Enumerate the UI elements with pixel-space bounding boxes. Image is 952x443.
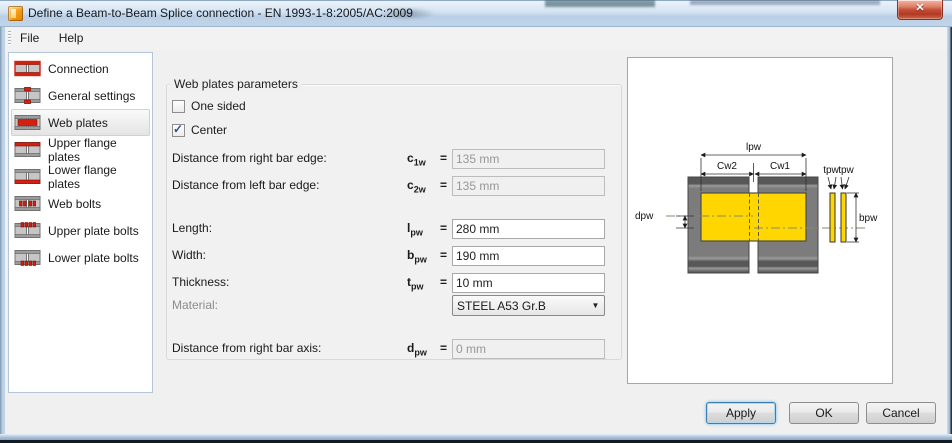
dpw-input[interactable] xyxy=(452,339,605,359)
lpw-dimension-label: lpw xyxy=(746,142,762,153)
c2w-input[interactable] xyxy=(452,176,605,196)
close-button[interactable]: ✕ xyxy=(897,0,943,20)
sidebar-item-web-bolts[interactable]: Web bolts xyxy=(11,190,150,217)
symbol-lpw: lpw = xyxy=(407,221,447,238)
length-input[interactable] xyxy=(452,219,605,239)
web-plate-diagram-panel: dpw lpw Cw2 Cw1 tpw tpw bpw xyxy=(627,57,893,384)
web-plates-diagram: dpw lpw Cw2 Cw1 tpw tpw bpw xyxy=(635,142,878,274)
app-icon xyxy=(8,6,23,21)
connection-parts-list: Connection General settings Web plates U… xyxy=(8,52,153,393)
symbol-dpw: dpw = xyxy=(407,341,447,358)
apply-button[interactable]: Apply xyxy=(706,402,776,424)
tpw-dimension-label: tpw xyxy=(838,165,854,176)
sidebar-item-connection[interactable]: Connection xyxy=(11,55,150,82)
symbol-tpw: tpw = xyxy=(407,275,447,292)
dialog-window: Define a Beam-to-Beam Splice connection … xyxy=(0,0,952,443)
checkbox-label: One sided xyxy=(191,99,246,113)
checkbox-box[interactable] xyxy=(172,99,185,113)
equals-sign: = xyxy=(439,151,447,165)
check-icon: ✓ xyxy=(173,121,184,136)
symbol-bpw: bpw = xyxy=(407,248,447,265)
lower-flange-plates-icon xyxy=(14,169,41,184)
field-label: Distance from right bar axis: xyxy=(172,341,322,355)
tpw-dimension-label: tpw xyxy=(823,165,839,176)
connection-icon xyxy=(14,60,41,77)
field-label: Distance from left bar edge: xyxy=(172,178,320,192)
field-label: Thickness: xyxy=(172,275,230,289)
sidebar-item-label: Connection xyxy=(48,61,109,76)
field-label: Length: xyxy=(172,221,213,235)
c1w-input[interactable] xyxy=(452,149,605,169)
sidebar-item-general-settings[interactable]: General settings xyxy=(11,82,150,109)
symbol-c1w: c1w = xyxy=(407,151,447,168)
center-checkbox[interactable]: ✓ Center xyxy=(172,121,228,137)
one-sided-checkbox[interactable]: One sided xyxy=(172,99,246,113)
checkbox-box[interactable]: ✓ xyxy=(172,121,185,137)
plate-section-left xyxy=(829,192,836,243)
sidebar-item-lower-flange-plates[interactable]: Lower flange plates xyxy=(11,162,150,191)
aero-glass-blur xyxy=(545,0,655,7)
upper-flange-plates-icon xyxy=(14,142,41,157)
sidebar-item-label: Upper flange plates xyxy=(48,135,117,164)
cw1-dimension-label: Cw1 xyxy=(770,161,790,172)
web-plate xyxy=(700,192,807,242)
sidebar-item-label: Web plates xyxy=(48,115,108,130)
sidebar-item-upper-plate-bolts[interactable]: Upper plate bolts xyxy=(11,217,150,244)
aero-glass-blur xyxy=(690,0,880,5)
upper-plate-bolts-icon xyxy=(14,222,41,238)
field-label: Distance from right bar edge: xyxy=(172,151,327,165)
sidebar-item-upper-flange-plates[interactable]: Upper flange plates xyxy=(11,135,150,164)
cancel-button[interactable]: Cancel xyxy=(866,402,936,424)
width-input[interactable] xyxy=(452,246,605,266)
general-settings-icon xyxy=(14,87,41,104)
equals-sign: = xyxy=(439,275,447,289)
chevron-down-icon: ▼ xyxy=(591,301,600,310)
titlebar[interactable]: Define a Beam-to-Beam Splice connection … xyxy=(0,0,952,27)
menu-help[interactable]: Help xyxy=(51,27,92,48)
group-title: Web plates parameters xyxy=(170,77,302,91)
material-selected-value: STEEL A53 Gr.B xyxy=(457,298,546,313)
sidebar-item-label: Lower plate bolts xyxy=(48,250,139,265)
window-title: Define a Beam-to-Beam Splice connection … xyxy=(28,6,413,20)
web-plates-icon xyxy=(14,115,41,130)
material-select[interactable]: STEEL A53 Gr.B ▼ xyxy=(452,295,605,316)
web-bolts-icon xyxy=(14,196,41,211)
dpw-dimension-label: dpw xyxy=(635,211,654,222)
bpw-dimension-label: bpw xyxy=(859,213,878,224)
ok-button[interactable]: OK xyxy=(789,402,859,424)
close-icon: ✕ xyxy=(915,2,925,14)
window-frame-right xyxy=(947,27,952,434)
sidebar-item-label: Upper plate bolts xyxy=(48,223,139,238)
equals-sign: = xyxy=(439,221,447,235)
thickness-input[interactable] xyxy=(452,273,605,293)
field-label: Width: xyxy=(172,248,207,262)
toolbar-grip-handle[interactable] xyxy=(8,31,11,46)
sidebar-item-lower-plate-bolts[interactable]: Lower plate bolts xyxy=(11,244,150,271)
equals-sign: = xyxy=(439,341,447,355)
window-frame-left xyxy=(0,27,5,434)
equals-sign: = xyxy=(439,248,447,262)
field-label: Material: xyxy=(172,298,219,312)
sidebar-item-label: Lower flange plates xyxy=(48,162,117,191)
lower-plate-bolts-icon xyxy=(14,250,41,266)
menubar: File Help xyxy=(5,27,947,50)
symbol-c2w: c2w = xyxy=(407,178,447,195)
cw2-dimension-label: Cw2 xyxy=(717,161,737,172)
plate-section-right xyxy=(840,192,847,243)
sidebar-item-web-plates[interactable]: Web plates xyxy=(11,109,150,136)
checkbox-label: Center xyxy=(191,123,228,137)
sidebar-item-label: Web bolts xyxy=(48,196,102,211)
sidebar-item-label: General settings xyxy=(48,88,136,103)
menu-file[interactable]: File xyxy=(12,27,47,48)
equals-sign: = xyxy=(439,178,447,192)
